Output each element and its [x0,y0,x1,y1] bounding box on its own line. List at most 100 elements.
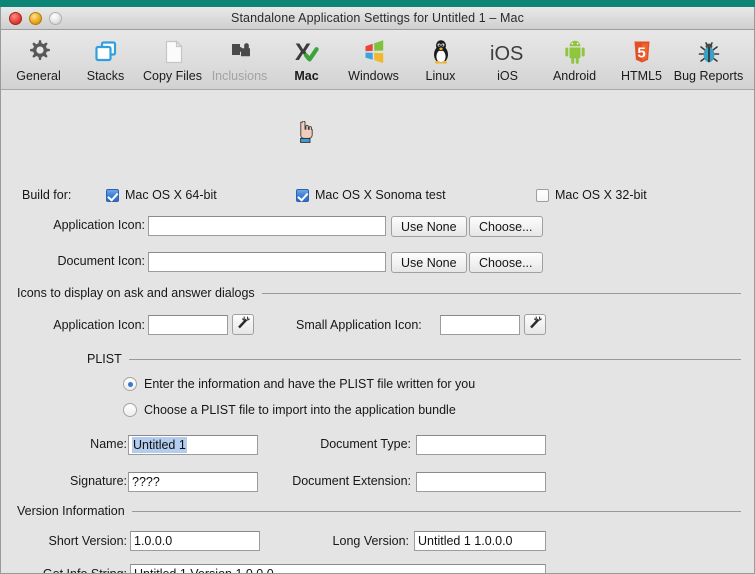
settings-content: Build for: Mac OS X 64-bit Mac OS X Sono… [1,90,754,574]
name-label: Name: [90,437,127,451]
document-icon-use-none-button[interactable]: Use None [391,252,467,273]
html5-icon: 5 [627,35,657,68]
toolbar-item-label: Windows [348,69,399,83]
checkbox-box[interactable] [296,188,309,202]
magic-wand-icon [235,315,251,334]
radio-dot[interactable] [123,377,137,391]
application-icon-use-none-button[interactable]: Use None [391,216,467,237]
radio-dot[interactable] [123,403,137,417]
radio-label: Enter the information and have the PLIST… [144,377,476,391]
small-application-icon-label: Small Application Icon: [296,318,422,332]
document-type-label: Document Type: [320,437,411,451]
get-info-string-label: Get Info String: [42,567,127,574]
checkbox-mac-os-x-64-bit[interactable]: Mac OS X 64-bit [106,188,217,202]
toolbar-item-copy-files[interactable]: Copy Files [139,33,206,83]
long-version-input[interactable]: Untitled 1 1.0.0.0 [414,531,546,551]
zoom-button[interactable] [49,11,62,25]
toolbar-item-label: Mac [294,69,319,83]
penguin-icon [426,35,456,68]
toolbar-item-label: General [16,69,61,83]
toolbar-item-label: HTML5 [621,69,662,83]
toolbar: General Stacks Copy Files Inclusions X M… [1,30,754,90]
document-icon-choose-button[interactable]: Choose... [469,252,543,273]
radio-plist-enter-information[interactable]: Enter the information and have the PLIST… [123,377,475,391]
svg-text:X: X [295,39,311,66]
name-input[interactable]: Untitled 1 [128,435,258,455]
build-for-label-row: Build for: [22,188,71,202]
toolbar-item-android[interactable]: Android [541,33,608,83]
toolbar-item-html5[interactable]: 5 HTML5 [608,33,675,83]
group-title: Version Information [17,504,125,518]
small-application-icon-wand-button[interactable] [524,314,546,335]
toolbar-item-linux[interactable]: Linux [407,33,474,83]
close-button[interactable] [9,11,22,25]
get-info-string-input[interactable]: Untitled 1 Version 1.0.0.0 [130,564,546,573]
dialog-icons-group-header: Icons to display on ask and answer dialo… [17,286,741,300]
plist-group-header: PLIST [87,352,741,366]
checkbox-mac-os-x-32-bit[interactable]: Mac OS X 32-bit [536,188,647,202]
signature-input[interactable]: ???? [128,472,258,492]
short-version-input[interactable]: 1.0.0.0 [130,531,260,551]
ios-icon: iOS [488,35,528,68]
application-icon-choose-button[interactable]: Choose... [469,216,543,237]
radio-label: Choose a PLIST file to import into the a… [144,403,456,417]
long-version-label: Long Version: [332,534,409,548]
dialog-application-icon-label: Application Icon: [53,318,145,332]
toolbar-item-label: Copy Files [142,69,203,83]
group-divider [128,358,741,360]
toolbar-item-bug-reports[interactable]: Bug Reports [673,33,744,83]
svg-text:5: 5 [637,44,645,61]
document-icon-input[interactable] [148,252,386,272]
group-title: Icons to display on ask and answer dialo… [17,286,255,300]
checkbox-label: Mac OS X 32-bit [555,188,647,202]
short-version-label: Short Version: [48,534,127,548]
radio-plist-choose-file[interactable]: Choose a PLIST file to import into the a… [123,403,456,417]
bug-icon [694,35,724,68]
toolbar-item-mac[interactable]: X Mac [273,33,340,84]
svg-text:iOS: iOS [490,43,523,65]
checkbox-label: Mac OS X Sonoma test [315,188,446,202]
checkbox-mac-os-x-sonoma-test[interactable]: Mac OS X Sonoma test [296,188,446,202]
toolbar-item-inclusions[interactable]: Inclusions [206,33,273,83]
stacks-icon [91,35,121,68]
application-icon-label: Application Icon: [53,218,145,232]
toolbar-item-label: Stacks [86,69,125,83]
toolbar-item-stacks[interactable]: Stacks [72,33,139,83]
document-extension-label: Document Extension: [292,474,411,488]
puzzle-icon [225,35,255,68]
checkbox-box[interactable] [106,188,119,202]
signature-label: Signature: [70,474,127,488]
toolbar-item-label: Android [552,69,597,83]
dialog-application-icon-input[interactable] [148,315,228,335]
checkbox-label: Mac OS X 64-bit [125,188,217,202]
toolbar-item-label: Linux [425,69,456,83]
group-divider [261,292,741,294]
toolbar-item-label: Inclusions [211,69,268,83]
build-for-label: Build for: [22,188,72,202]
toolbar-item-label: Bug Reports [673,69,744,83]
document-type-input[interactable] [416,435,546,455]
minimize-button[interactable] [29,11,42,25]
toolbar-item-label: iOS [497,69,518,83]
magic-wand-icon [527,315,543,334]
name-input-value: Untitled 1 [132,437,187,453]
dialog-application-icon-wand-button[interactable] [232,314,254,335]
android-icon [560,35,590,68]
toolbar-item-windows[interactable]: Windows [340,33,407,83]
checkbox-box[interactable] [536,188,549,202]
windows-icon [359,35,389,68]
small-application-icon-input[interactable] [440,315,520,335]
group-divider [131,510,741,512]
group-title: PLIST [87,352,122,366]
document-extension-input[interactable] [416,472,546,492]
version-information-group-header: Version Information [17,504,741,518]
application-window: Standalone Application Settings for Unti… [0,7,755,574]
toolbar-item-general[interactable]: General [5,33,72,83]
toolbar-item-ios[interactable]: iOS iOS [474,33,541,84]
window-titlebar: Standalone Application Settings for Unti… [1,7,754,30]
document-icon-label: Document Icon: [57,254,145,268]
gear-icon [24,35,54,68]
application-icon-input[interactable] [148,216,386,236]
window-controls [9,7,62,29]
document-icon [158,35,188,68]
